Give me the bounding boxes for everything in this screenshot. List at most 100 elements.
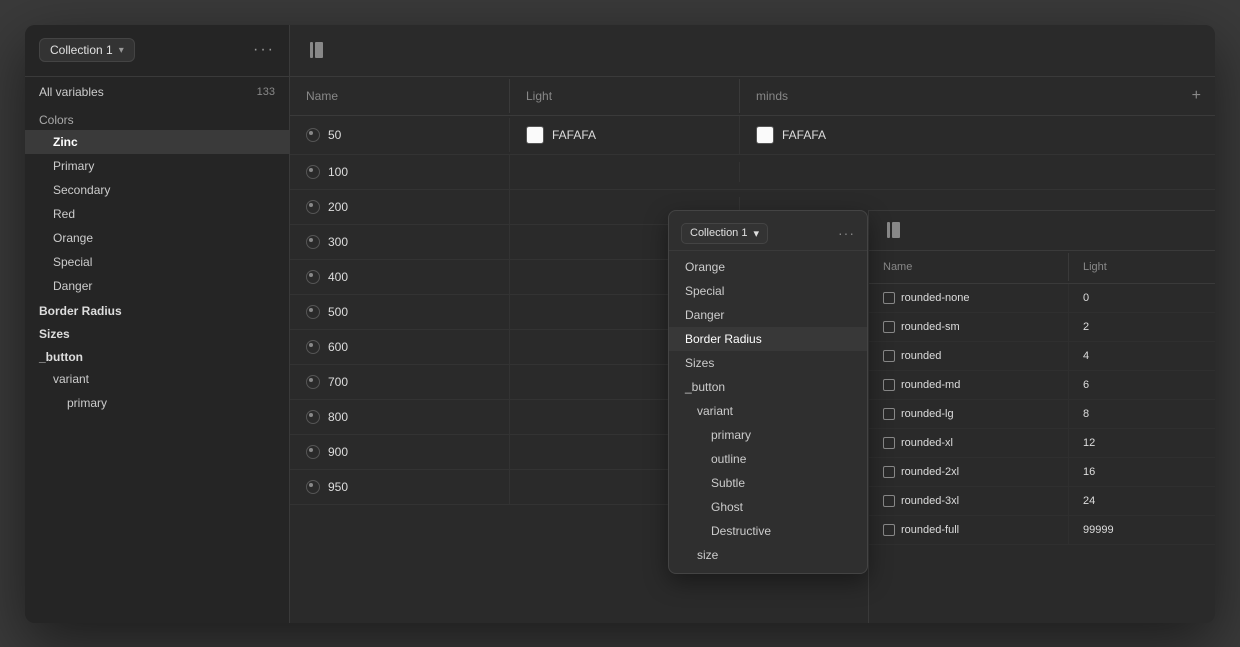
sidebar-all-variables-row[interactable]: All variables 133 [25, 77, 289, 107]
panel-bar-2 [315, 42, 323, 58]
dropdown-item-sizes[interactable]: Sizes [669, 351, 867, 375]
sidebar-item-secondary[interactable]: Secondary [25, 178, 289, 202]
s-cell-light-rounded-md[interactable]: 6 [1069, 371, 1215, 399]
s-cell-light-rounded-3xl[interactable]: 24 [1069, 487, 1215, 515]
dropdown-item-special[interactable]: Special [669, 279, 867, 303]
radius-icon [883, 437, 895, 449]
second-table-row: rounded-2xl 16 16 [869, 458, 1215, 487]
sidebar-item-zinc[interactable]: Zinc [25, 130, 289, 154]
sidebar-item-special[interactable]: Special [25, 250, 289, 274]
sidebar-header: Collection 1 ▾ ··· [25, 25, 289, 77]
add-column-button[interactable]: + [1178, 77, 1215, 115]
chevron-down-icon: ▾ [119, 45, 124, 56]
second-panel-toggle-button[interactable] [883, 218, 904, 242]
minds-value-50: FAFAFA [782, 128, 826, 142]
border-radius-group-label: Border Radius [25, 298, 289, 321]
radius-icon [883, 466, 895, 478]
row-label-50: 50 [328, 128, 341, 142]
second-table-row: rounded 4 4 [869, 342, 1215, 371]
s-cell-name-rounded-sm: rounded-sm [869, 313, 1069, 341]
radius-icon [883, 524, 895, 536]
dropdown-item-ghost[interactable]: Ghost [669, 495, 867, 519]
cell-name-900: 900 [290, 435, 510, 469]
s-col-header-light: Light [1069, 253, 1215, 281]
panel-bar-4 [892, 222, 900, 238]
s-cell-name-rounded-none: rounded-none [869, 284, 1069, 312]
cell-name-950: 950 [290, 470, 510, 504]
cell-minds-100[interactable] [740, 162, 1215, 182]
second-panel: Name Light minds + rounded-none 0 0 roun… [868, 210, 1215, 623]
radius-icon [883, 292, 895, 304]
radius-icon [883, 379, 895, 391]
dropdown-collection-label: Collection 1 [690, 227, 747, 239]
color-circle-icon [306, 305, 320, 319]
color-circle-icon [306, 165, 320, 179]
s-cell-light-rounded-lg[interactable]: 8 [1069, 400, 1215, 428]
collection-selector[interactable]: Collection 1 ▾ [39, 38, 135, 62]
col-header-name: Name [290, 79, 510, 113]
s-cell-light-rounded-none[interactable]: 0 [1069, 284, 1215, 312]
s-cell-light-rounded-xl[interactable]: 12 [1069, 429, 1215, 457]
color-circle-icon [306, 235, 320, 249]
sidebar-item-orange[interactable]: Orange [25, 226, 289, 250]
dropdown-item-orange[interactable]: Orange [669, 255, 867, 279]
cell-name-200: 200 [290, 190, 510, 224]
all-variables-label: All variables [39, 85, 104, 99]
dropdown-item-size[interactable]: size [669, 543, 867, 567]
dropdown-item-subtle[interactable]: Subtle [669, 471, 867, 495]
panel-bar-3 [887, 222, 890, 238]
main-content: Name Light minds + 50 FAFAFA FAFAFA [290, 25, 1215, 623]
second-table-header: Name Light minds + [869, 251, 1215, 284]
sidebar: Collection 1 ▾ ··· All variables 133 Col… [25, 25, 290, 623]
cell-light-50[interactable]: FAFAFA [510, 116, 740, 154]
sizes-group-label: Sizes [25, 321, 289, 344]
sidebar-item-primary-button[interactable]: primary [25, 391, 289, 415]
radius-icon [883, 321, 895, 333]
col-header-minds: minds [740, 79, 1178, 113]
collection-label: Collection 1 [50, 43, 113, 57]
dropdown-item-primary[interactable]: primary [669, 423, 867, 447]
dropdown-item-variant[interactable]: variant [669, 399, 867, 423]
color-circle-icon [306, 340, 320, 354]
panel-toggle-button[interactable] [306, 38, 327, 62]
second-table-row: rounded-none 0 0 [869, 284, 1215, 313]
second-table-row: rounded-md 6 6 [869, 371, 1215, 400]
dropdown-item-danger[interactable]: Danger [669, 303, 867, 327]
sidebar-item-primary[interactable]: Primary [25, 154, 289, 178]
s-cell-light-rounded-2xl[interactable]: 16 [1069, 458, 1215, 486]
s-cell-name-rounded: rounded [869, 342, 1069, 370]
s-col-header-name: Name [869, 253, 1069, 281]
second-toolbar [869, 211, 1215, 251]
radius-icon [883, 495, 895, 507]
sidebar-item-red[interactable]: Red [25, 202, 289, 226]
s-cell-light-rounded-sm[interactable]: 2 [1069, 313, 1215, 341]
color-circle-icon [306, 480, 320, 494]
dropdown-collection-selector[interactable]: Collection 1 ▾ [681, 223, 768, 244]
cell-minds-50[interactable]: FAFAFA [740, 116, 1215, 154]
color-circle-icon [306, 270, 320, 284]
dropdown-more-button[interactable]: ··· [838, 225, 855, 241]
color-circle-icon [306, 375, 320, 389]
s-cell-name-rounded-md: rounded-md [869, 371, 1069, 399]
cell-name-500: 500 [290, 295, 510, 329]
app-window: Collection 1 ▾ ··· All variables 133 Col… [25, 25, 1215, 623]
dropdown-item-button[interactable]: _button [669, 375, 867, 399]
s-cell-light-rounded[interactable]: 4 [1069, 342, 1215, 370]
s-cell-light-rounded-full[interactable]: 99999 [1069, 516, 1215, 544]
dropdown-item-outline[interactable]: outline [669, 447, 867, 471]
chevron-down-icon: ▾ [753, 227, 759, 240]
s-cell-name-rounded-full: rounded-full [869, 516, 1069, 544]
dropdown-item-destructive[interactable]: Destructive [669, 519, 867, 543]
s-cell-name-rounded-3xl: rounded-3xl [869, 487, 1069, 515]
table-row: 100 [290, 155, 1215, 190]
dropdown-item-border-radius[interactable]: Border Radius [669, 327, 867, 351]
all-variables-count: 133 [257, 86, 275, 98]
cell-light-100[interactable] [510, 162, 740, 182]
sidebar-more-button[interactable]: ··· [253, 41, 275, 59]
sidebar-item-variant[interactable]: variant [25, 367, 289, 391]
cell-name-50: 50 [290, 118, 510, 152]
second-table-row: rounded-3xl 24 24 [869, 487, 1215, 516]
colors-group-label: Colors [25, 107, 289, 130]
sidebar-item-danger[interactable]: Danger [25, 274, 289, 298]
table-row: 50 FAFAFA FAFAFA [290, 116, 1215, 155]
